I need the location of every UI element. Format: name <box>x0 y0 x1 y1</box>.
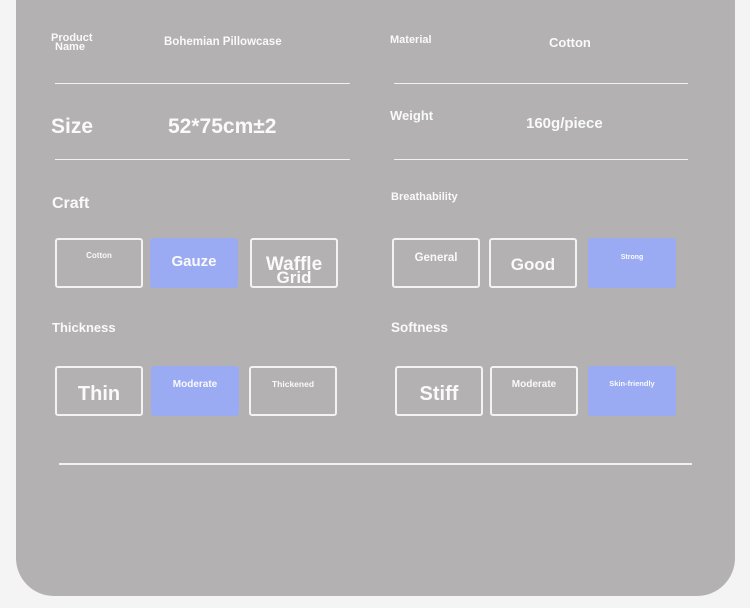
softness-label: Softness <box>391 320 449 335</box>
divider-row2-right <box>394 159 688 160</box>
product-name-label-line2: Name <box>55 41 85 53</box>
breathability-option-good-label: Good <box>510 255 556 274</box>
softness-option-skin-friendly[interactable]: Skin-friendly <box>588 366 676 416</box>
breathability-option-general-label: General <box>414 252 458 264</box>
size-value: 52*75cm±2 <box>168 115 277 138</box>
softness-option-moderate-label: Moderate <box>511 379 557 390</box>
thickness-option-thin-label: Thin <box>77 383 121 405</box>
softness-option-skin-friendly-label: Skin-friendly <box>609 379 655 388</box>
thickness-option-thin[interactable]: Thin <box>55 366 143 416</box>
bottom-divider <box>59 463 692 465</box>
material-value: Cotton <box>549 35 591 50</box>
divider-row2-left <box>55 159 350 160</box>
weight-value: 160g/piece <box>526 115 603 132</box>
softness-option-stiff-label: Stiff <box>419 383 459 405</box>
breathability-option-good[interactable]: Good <box>489 238 577 288</box>
size-label: Size <box>51 115 94 138</box>
craft-label: Craft <box>52 195 90 212</box>
product-spec-card <box>16 0 735 596</box>
thickness-option-moderate[interactable]: Moderate <box>151 366 239 416</box>
divider-row1-left <box>55 83 350 84</box>
craft-option-gauze-label: Gauze <box>171 253 217 270</box>
thickness-label: Thickness <box>52 320 116 335</box>
craft-option-gauze[interactable]: Gauze <box>150 238 238 288</box>
breathability-label: Breathability <box>391 191 458 203</box>
breathability-option-strong-label: Strong <box>620 254 644 261</box>
product-name-value: Bohemian Pillowcase <box>164 36 282 48</box>
thickness-option-thickened[interactable]: Thickened <box>249 366 337 416</box>
craft-option-waffle-grid[interactable]: Waffle Grid <box>250 238 338 288</box>
craft-option-cotton[interactable]: Cotton <box>55 238 143 288</box>
softness-option-stiff[interactable]: Stiff <box>395 366 483 416</box>
breathability-option-general[interactable]: General <box>392 238 480 288</box>
craft-option-cotton-label: Cotton <box>86 251 112 260</box>
divider-row1-right <box>394 83 688 84</box>
material-label: Material <box>390 34 432 46</box>
craft-option-grid-label: Grid <box>276 268 312 287</box>
softness-option-moderate[interactable]: Moderate <box>490 366 578 416</box>
breathability-option-strong[interactable]: Strong <box>588 238 676 288</box>
thickness-option-moderate-label: Moderate <box>172 379 218 390</box>
weight-label: Weight <box>390 108 434 123</box>
thickness-option-thickened-label: Thickened <box>271 379 315 389</box>
